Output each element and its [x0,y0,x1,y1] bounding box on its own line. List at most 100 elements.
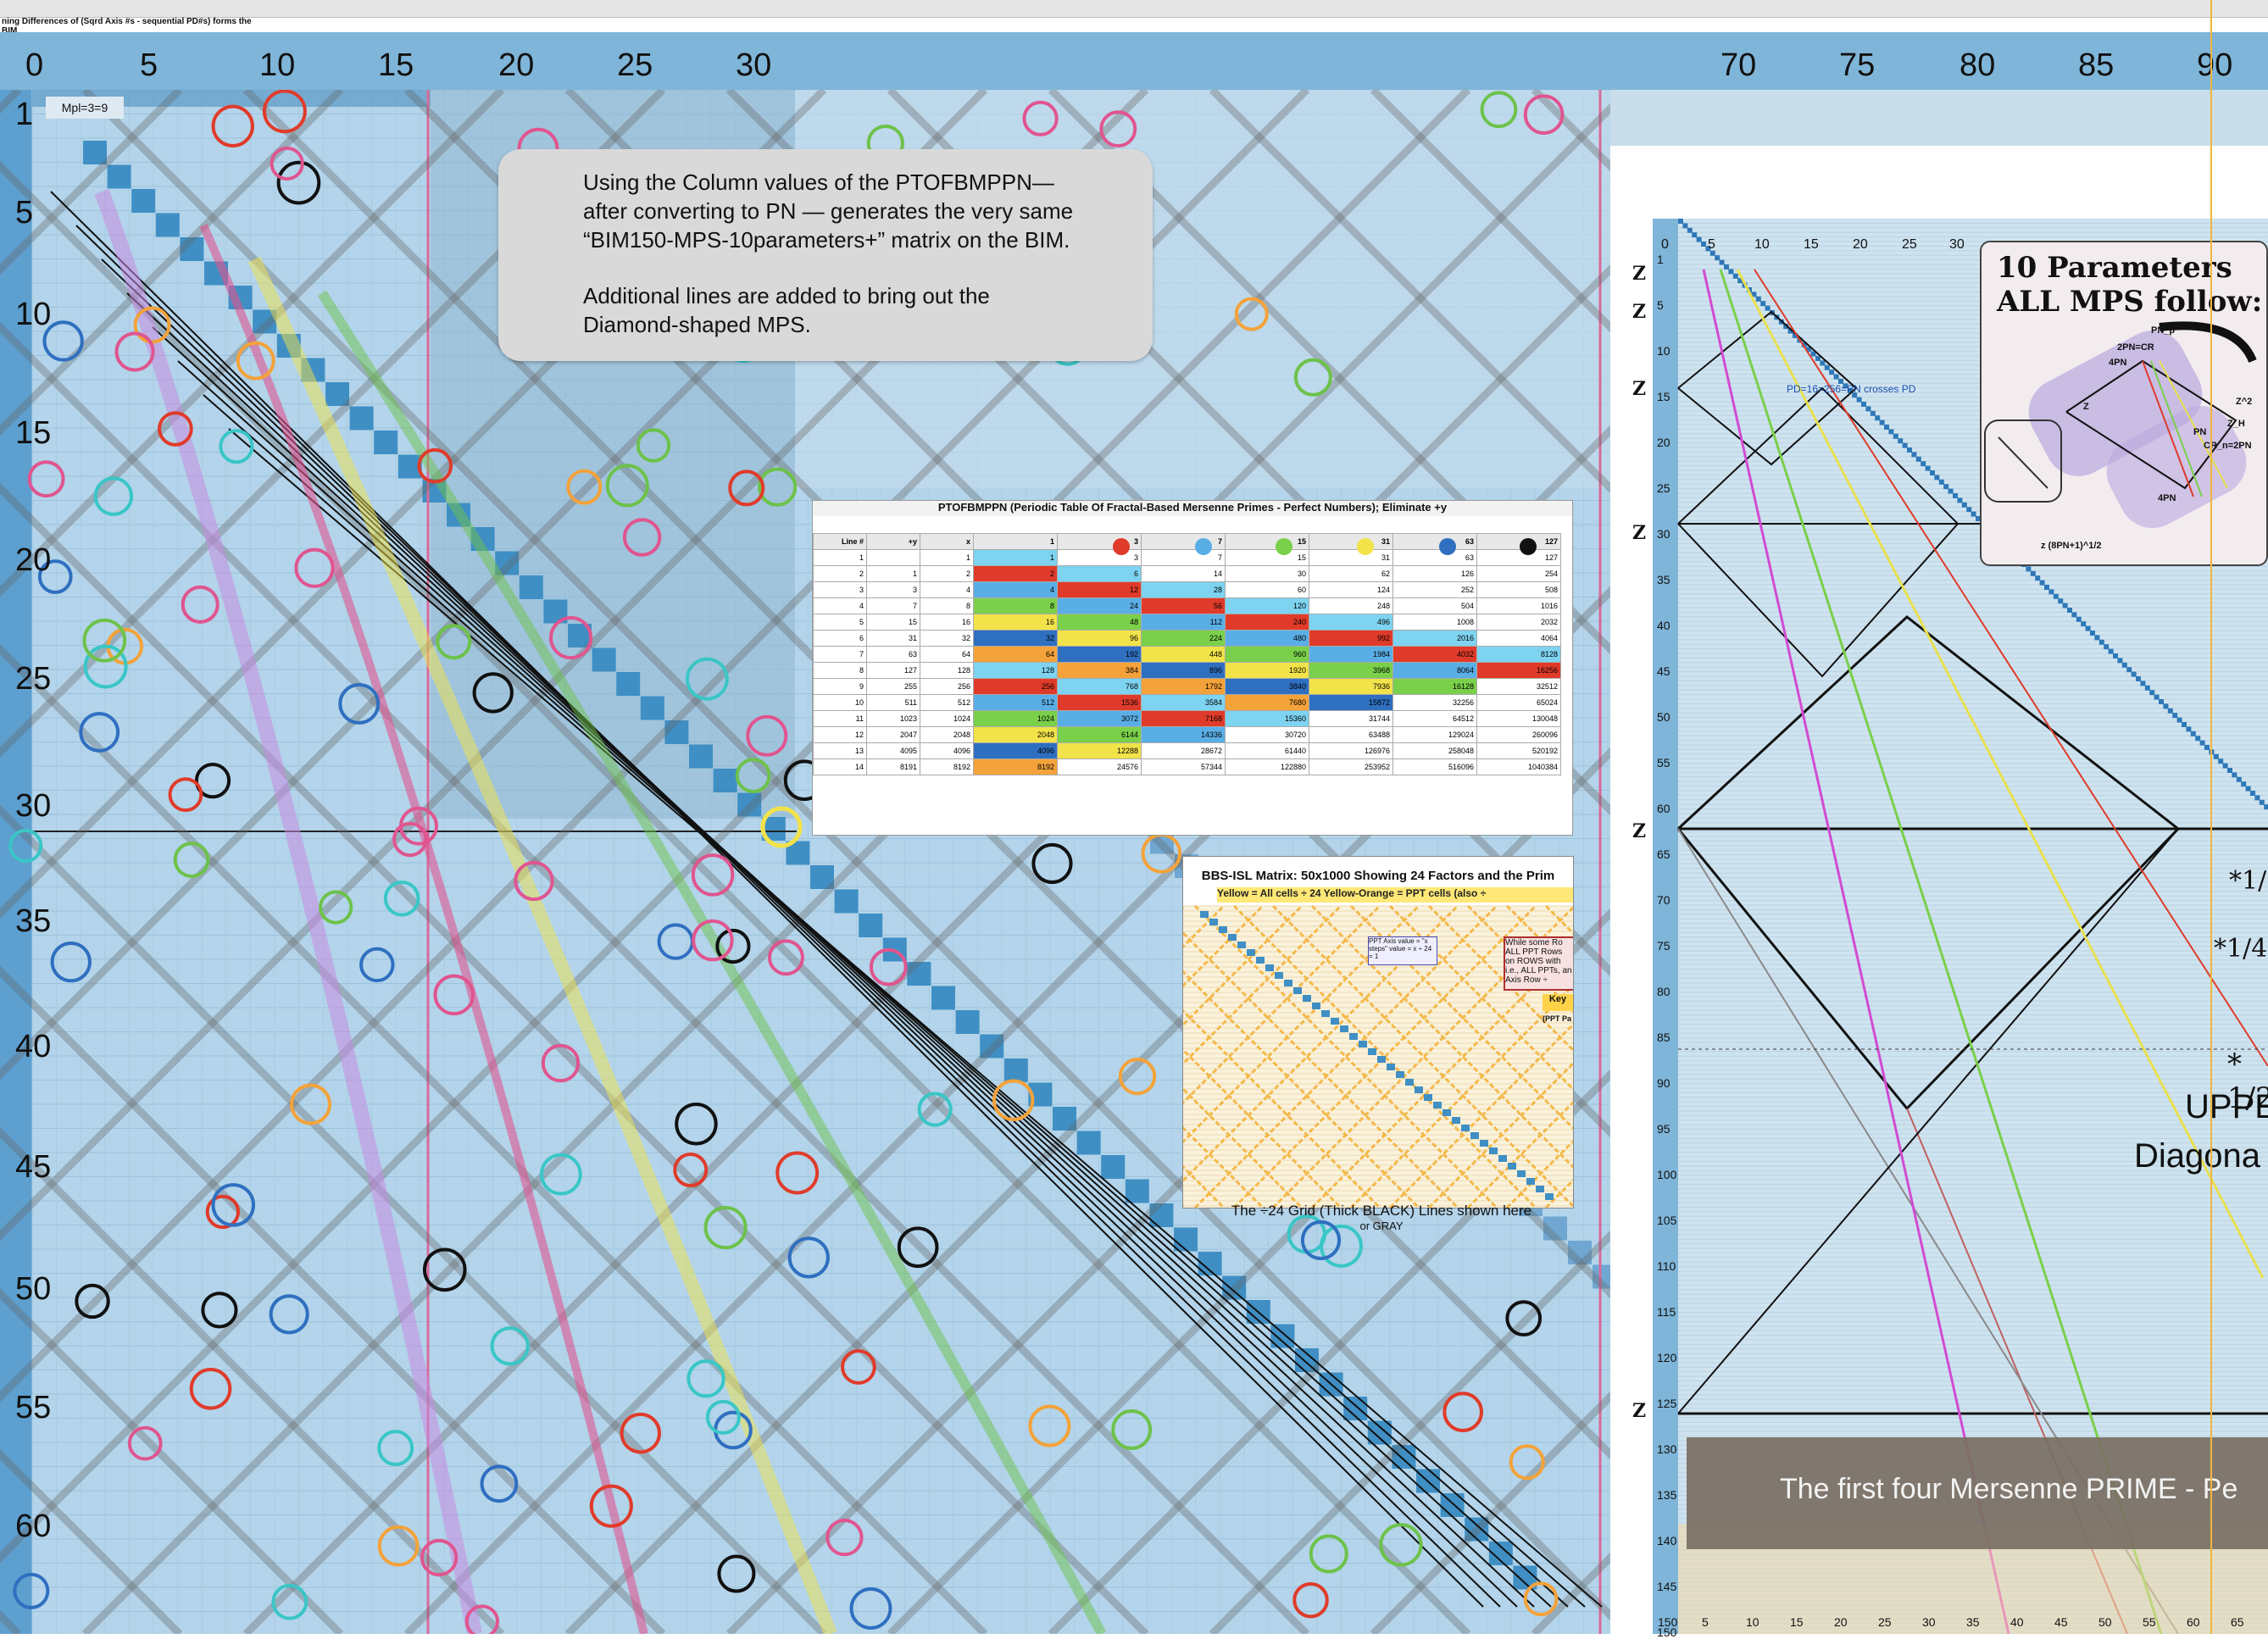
right-diagonal-cell [1678,219,1683,224]
ptof-cell: 128 [920,662,974,679]
right-diagonal-cell [2048,589,2054,595]
selection-guide-line [2210,0,2212,1634]
ptofbmppn-table: PTOFBMPPN (Periodic Table Of Fractal-Bas… [812,500,1573,836]
right-diagonal-cell [1856,397,1862,403]
param-label: Z_H [2227,419,2245,429]
right-left-axis-label: 40 [1657,619,1670,632]
right-bottom-axis-label: 150 [1658,1615,1678,1629]
ptof-cell: 4 [813,597,867,614]
right-left-axis-label: 120 [1657,1351,1677,1364]
ptof-cell: 32256 [1392,694,1477,711]
ptof-cell: 30720 [1225,726,1309,743]
right-diagonal-cell [2026,566,2032,572]
top-axis-label: 75 [1839,47,1876,83]
ptof-cell: 120 [1225,597,1309,614]
left-axis-label: 20 [15,542,52,578]
legend-dot [1439,538,1456,555]
left-axis-label: 50 [15,1271,52,1307]
ptof-cell: 11 [813,710,867,727]
callout-line-3: “BIM150-MPS-10parameters+” matrix on the… [583,227,1070,253]
ptof-header-cell: x [920,533,974,550]
ptof-cell: 1008 [1392,614,1477,631]
ten-parameters-box: 10 Parameters ALL MPS follow: PN_p 2PN=CR… [1980,241,2268,566]
right-diagonal-cell [1755,296,1761,302]
bbs-subtitle: Yellow = All cells ÷ 24 Yellow-Orange = … [1217,887,1573,903]
diagonal-cell [1076,1131,1101,1155]
ptof-cell: 1023 [866,710,920,727]
ptof-cell: 9 [813,678,867,695]
right-diagonal-cell [2030,570,2036,576]
ptof-cell: 1 [813,549,867,566]
bbs-diagonal-cell [1349,1033,1358,1040]
right-bottom-axis-label: 55 [2143,1615,2156,1629]
right-diagonal-cell [2236,776,2242,782]
ptof-cell: 7680 [1225,694,1309,711]
ptof-cell: 16 [973,614,1058,631]
callout-line-1: Using the Column values of the PTOFBMPPN… [583,169,1054,195]
bbs-diagonal-cell [1340,1025,1348,1032]
ptof-cell: 126 [1392,565,1477,582]
right-top-axis-label: 10 [1754,237,1770,252]
left-axis-label: 55 [15,1390,52,1425]
ptof-cell: 13 [813,742,867,759]
right-diagonal-cell [1961,502,1967,508]
param-label: PN [2193,427,2207,437]
ptof-cell: 15 [1225,549,1309,566]
z-label: Z [1632,820,1647,842]
ptof-row: 12 2047 2048 2048 6144 14336 30720 63488 129024 2… [813,726,1561,743]
ptof-cell: 8192 [920,758,974,775]
diagonal-cell [83,141,107,164]
ptof-cell: 15360 [1225,710,1309,727]
right-diagonal-cell [1966,507,1972,513]
right-diagonal-cell [2254,795,2260,801]
right-top-axis-label: 20 [1853,237,1868,252]
ptof-cell: 480 [1225,630,1309,647]
right-left-axis-label: 5 [1657,298,1664,312]
param-label: PN_p [2151,325,2176,336]
bbs-title: BBS-ISL Matrix: 50x1000 Showing 24 Facto… [1201,869,1555,883]
callout-line-5: Diamond-shaped MPS. [583,312,811,337]
column-header-band [0,32,2268,90]
right-diagonal-cell [1865,406,1871,412]
ptof-cell: 64 [973,646,1058,663]
ptof-cell: 4 [973,581,1058,598]
left-axis-label: 5 [15,195,34,231]
top-axis-label: 20 [498,47,535,83]
bbs-diagonal-cell [1368,1048,1376,1055]
ptof-row: 11 1023 1024 1024 3072 7168 15360 31744 64512 130… [813,710,1561,727]
ptof-cell: 6 [1057,565,1142,582]
right-diagonal-cell [1925,465,1931,471]
diagonal-cell [955,1010,980,1034]
ptof-cell: 31 [1309,549,1393,566]
bbs-diagonal-cell [1237,942,1246,948]
ptof-cell: 448 [1141,646,1226,663]
right-left-axis-label: 35 [1657,573,1670,586]
ptof-cell: 8191 [866,758,920,775]
ptof-cell: 60 [1225,581,1309,598]
ptof-cell: 127 [866,662,920,679]
right-bottom-axis-label: 5 [1702,1615,1709,1629]
right-left-axis-label: 60 [1657,802,1670,815]
left-axis-label: 25 [15,661,52,697]
right-diagonal-cell [1943,484,1949,490]
bbs-diagonal-cell [1228,934,1237,941]
ptof-cell: 7168 [1141,710,1226,727]
right-diagonal-cell [2085,625,2091,631]
ptof-cell: 64 [920,646,974,663]
grid-caption-line-2: or GRAY [1359,1220,1404,1232]
ptof-cell: 56 [1141,597,1226,614]
ptof-cell: 112 [1141,614,1226,631]
right-diagonal-cell [2035,575,2041,581]
right-left-axis-label: 10 [1657,344,1670,358]
ptof-cell: 240 [1225,614,1309,631]
top-axis-label: 25 [617,47,653,83]
right-diagonal-cell [2094,635,2100,641]
right-diagonal-cell [1715,255,1720,261]
z-label: Z [1632,301,1647,323]
bbs-diagonal-cell [1517,1170,1526,1177]
diagonal-cell [107,164,131,189]
ptof-cell: 61440 [1225,742,1309,759]
bbs-diagonal-cell [1256,957,1265,964]
left-axis-label: 35 [15,903,52,939]
ptof-cell: 960 [1225,646,1309,663]
